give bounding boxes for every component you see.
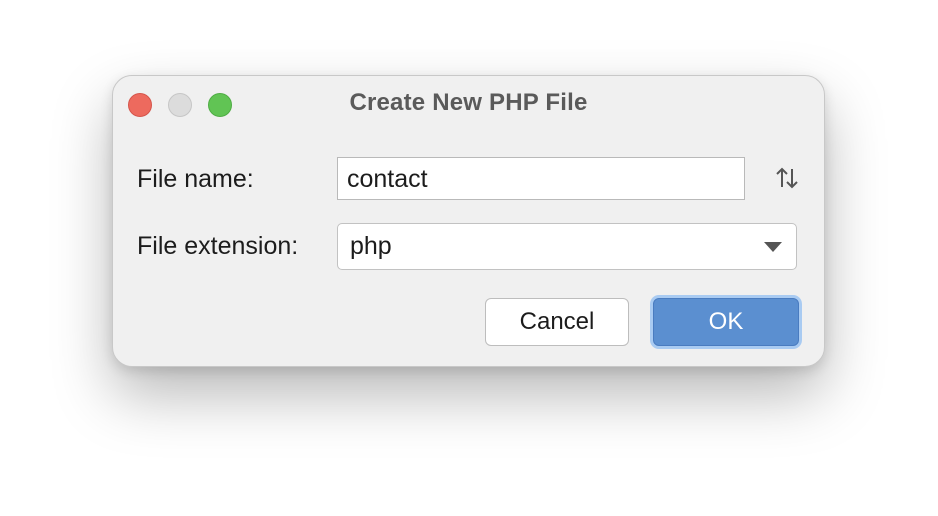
- file-name-label: File name:: [137, 165, 254, 193]
- dialog-title: Create New PHP File: [349, 89, 588, 116]
- file-extension-label: File extension:: [137, 232, 299, 260]
- cancel-button[interactable]: Cancel: [485, 298, 629, 346]
- file-name-input[interactable]: contact: [337, 157, 745, 200]
- chevron-down-icon: [764, 242, 782, 252]
- title-bar: Create New PHP File: [113, 76, 824, 134]
- screen: Create New PHP File File name: contact F…: [0, 0, 938, 516]
- file-extension-select[interactable]: php: [337, 223, 797, 270]
- create-php-file-dialog: Create New PHP File File name: contact F…: [112, 75, 825, 367]
- sort-order-icon[interactable]: [773, 164, 801, 192]
- ok-button[interactable]: OK: [653, 298, 799, 346]
- file-extension-value: php: [350, 232, 392, 260]
